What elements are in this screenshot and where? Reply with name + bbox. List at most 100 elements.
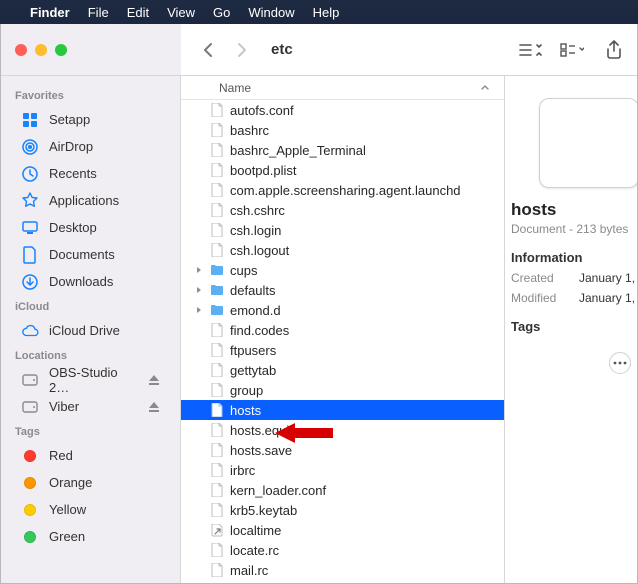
preview-modified-value: January 1, xyxy=(579,291,635,305)
more-button[interactable] xyxy=(609,352,631,374)
file-row[interactable]: bashrc_Apple_Terminal xyxy=(181,140,504,160)
sidebar-item-label: AirDrop xyxy=(49,139,93,154)
menubar-edit[interactable]: Edit xyxy=(127,5,149,20)
sidebar-item-airdrop[interactable]: AirDrop xyxy=(7,133,174,160)
file-row[interactable]: bootpd.plist xyxy=(181,160,504,180)
eject-icon[interactable] xyxy=(148,401,160,413)
file-name: kern_loader.conf xyxy=(230,483,326,498)
cloud-icon xyxy=(21,322,39,340)
file-row[interactable]: csh.cshrc xyxy=(181,200,504,220)
group-icon[interactable] xyxy=(559,37,585,63)
file-row[interactable]: cups xyxy=(181,260,504,280)
sidebar-item-obs-studio-2-[interactable]: OBS-Studio 2… xyxy=(7,366,174,393)
preview-filename: hosts xyxy=(511,200,637,220)
sidebar-item-recents[interactable]: Recents xyxy=(7,160,174,187)
file-row[interactable]: localtime xyxy=(181,520,504,540)
file-row[interactable]: bashrc xyxy=(181,120,504,140)
disclosure-triangle-icon[interactable] xyxy=(193,306,204,314)
file-row[interactable]: com.apple.screensharing.agent.launchd xyxy=(181,180,504,200)
menubar-help[interactable]: Help xyxy=(313,5,340,20)
sort-indicator-icon[interactable] xyxy=(480,83,490,93)
file-row[interactable]: hosts.equiv xyxy=(181,420,504,440)
minimize-button[interactable] xyxy=(35,44,47,56)
file-name: locate.rc xyxy=(230,543,279,558)
sidebar-item-setapp[interactable]: Setapp xyxy=(7,106,174,133)
disclosure-triangle-icon[interactable] xyxy=(193,266,204,274)
sidebar-item-label: Viber xyxy=(49,399,79,414)
file-icon xyxy=(210,243,224,257)
toolbar: etc xyxy=(1,24,637,76)
file-name: hosts xyxy=(230,403,261,418)
file-name: group xyxy=(230,383,263,398)
menubar-app[interactable]: Finder xyxy=(30,5,70,20)
sidebar-item-documents[interactable]: Documents xyxy=(7,241,174,268)
menubar-file[interactable]: File xyxy=(88,5,109,20)
file-row[interactable]: locate.rc xyxy=(181,540,504,560)
file-row[interactable]: defaults xyxy=(181,280,504,300)
file-name: bashrc xyxy=(230,123,269,138)
sidebar-item-yellow[interactable]: Yellow xyxy=(7,496,174,523)
window-title: etc xyxy=(271,41,293,58)
sidebar-item-orange[interactable]: Orange xyxy=(7,469,174,496)
sidebar-item-green[interactable]: Green xyxy=(7,523,174,550)
disk-icon xyxy=(21,371,39,389)
view-list-icon[interactable] xyxy=(517,37,543,63)
file-row[interactable]: irbrc xyxy=(181,460,504,480)
file-row[interactable]: csh.login xyxy=(181,220,504,240)
file-icon xyxy=(210,523,224,537)
file-name: bashrc_Apple_Terminal xyxy=(230,143,366,158)
tag-icon xyxy=(21,501,39,519)
file-icon xyxy=(210,443,224,457)
sidebar-section-header: Locations xyxy=(1,344,180,366)
file-row[interactable]: find.codes xyxy=(181,320,504,340)
share-icon[interactable] xyxy=(601,37,627,63)
column-header-name[interactable]: Name xyxy=(219,81,251,95)
file-row[interactable]: autofs.conf xyxy=(181,100,504,120)
menubar-view[interactable]: View xyxy=(167,5,195,20)
sidebar-item-desktop[interactable]: Desktop xyxy=(7,214,174,241)
sidebar-item-red[interactable]: Red xyxy=(7,442,174,469)
file-icon xyxy=(210,383,224,397)
file-row[interactable]: hosts.save xyxy=(181,440,504,460)
file-icon xyxy=(210,563,224,577)
menubar-go[interactable]: Go xyxy=(213,5,230,20)
folder-icon xyxy=(210,283,224,297)
file-list[interactable]: autofs.conf bashrc bashrc_Apple_Terminalbo… xyxy=(181,100,504,583)
file-icon xyxy=(210,123,224,137)
sidebar-item-label: Yellow xyxy=(49,502,86,517)
file-row[interactable]: krb5.keytab xyxy=(181,500,504,520)
file-row[interactable]: gettytab xyxy=(181,360,504,380)
file-icon xyxy=(210,183,224,197)
sidebar-item-label: Desktop xyxy=(49,220,97,235)
desktop-icon xyxy=(21,219,39,237)
preview-pane: hosts Document - 213 bytes Information C… xyxy=(505,76,637,583)
file-row[interactable]: csh.logout xyxy=(181,240,504,260)
file-row[interactable]: group xyxy=(181,380,504,400)
file-row[interactable]: ftpusers xyxy=(181,340,504,360)
zoom-button[interactable] xyxy=(55,44,67,56)
file-row[interactable]: hosts xyxy=(181,400,504,420)
file-row[interactable]: emond.d xyxy=(181,300,504,320)
file-row[interactable]: kern_loader.conf xyxy=(181,480,504,500)
sidebar-item-label: Orange xyxy=(49,475,92,490)
menubar-window[interactable]: Window xyxy=(248,5,294,20)
file-icon xyxy=(210,543,224,557)
file-name: mail.rc xyxy=(230,563,268,578)
file-name: gettytab xyxy=(230,363,276,378)
file-row[interactable]: mail.rc xyxy=(181,560,504,580)
disclosure-triangle-icon[interactable] xyxy=(193,286,204,294)
sidebar-item-downloads[interactable]: Downloads xyxy=(7,268,174,295)
sidebar-item-label: OBS-Studio 2… xyxy=(49,365,138,395)
file-name: cups xyxy=(230,263,257,278)
column-header[interactable]: Name xyxy=(181,76,504,100)
sidebar-item-applications[interactable]: Applications xyxy=(7,187,174,214)
sidebar-item-icloud-drive[interactable]: iCloud Drive xyxy=(7,317,174,344)
close-button[interactable] xyxy=(15,44,27,56)
sidebar-item-viber[interactable]: Viber xyxy=(7,393,174,420)
eject-icon[interactable] xyxy=(148,374,160,386)
sidebar: FavoritesSetappAirDropRecentsApplication… xyxy=(1,76,181,583)
tag-icon xyxy=(21,474,39,492)
back-button[interactable] xyxy=(199,41,217,59)
forward-button[interactable] xyxy=(233,41,251,59)
tag-icon xyxy=(21,447,39,465)
